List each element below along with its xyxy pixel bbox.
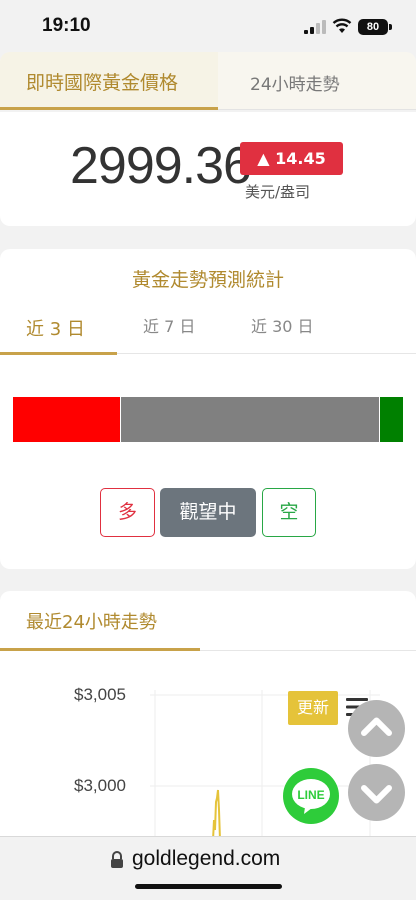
home-indicator	[135, 884, 282, 889]
price-series-line	[212, 789, 221, 840]
y-tick-label: $3,000	[74, 776, 126, 795]
wifi-icon	[332, 18, 352, 33]
scroll-down-button[interactable]	[348, 764, 405, 821]
period-active-underline	[0, 352, 117, 355]
distribution-long-segment	[13, 397, 121, 442]
url-text: goldlegend.com	[132, 847, 281, 870]
status-bar: 19:10 80	[0, 0, 416, 52]
forecast-panel: 黃金走勢預測統計 近 3 日 近 7 日 近 30 日 多 觀望中 空	[0, 249, 416, 569]
line-share-icon[interactable]: LINE	[283, 768, 339, 824]
status-time: 19:10	[42, 15, 91, 36]
watch-button[interactable]: 觀望中	[160, 488, 256, 537]
line-logo-icon: LINE	[292, 779, 330, 814]
battery-tip	[389, 24, 392, 30]
distribution-short-segment	[380, 397, 403, 442]
short-button[interactable]: 空	[262, 488, 316, 537]
price-panel: 2999.36	[0, 112, 416, 226]
gold-price-value: 2999.36	[70, 137, 252, 195]
chart-title: 最近24小時走勢	[26, 612, 157, 633]
y-tick-label: $3,005	[74, 685, 126, 704]
chart-title-underline	[0, 648, 200, 651]
battery-icon: 80	[358, 19, 388, 35]
update-button[interactable]: 更新	[288, 691, 338, 725]
distribution-watch-segment	[120, 397, 381, 442]
tab-realtime-price-label: 即時國際黃金價格	[26, 72, 179, 94]
tab-active-underline	[0, 107, 218, 110]
tab-period-7d[interactable]: 近 7 日	[143, 313, 195, 337]
price-tabs: 即時國際黃金價格 24小時走勢	[0, 52, 416, 110]
long-button[interactable]: 多	[100, 488, 155, 537]
price-unit: 美元/盎司	[245, 183, 311, 201]
tab-24h-trend[interactable]: 24小時走勢	[250, 70, 340, 95]
tab-realtime-price[interactable]: 即時國際黃金價格	[0, 52, 218, 110]
cellular-signal-icon	[304, 20, 326, 34]
forecast-title: 黃金走勢預測統計	[131, 269, 284, 291]
forecast-distribution-bar	[13, 397, 403, 442]
price-change-badge: ▲ 14.45	[240, 142, 343, 175]
line-logo-text: LINE	[297, 788, 324, 802]
scroll-up-button[interactable]	[348, 700, 405, 757]
tab-period-30d[interactable]: 近 30 日	[251, 313, 314, 337]
chevron-up-icon	[361, 717, 392, 736]
browser-address-bar[interactable]: goldlegend.com	[0, 836, 416, 900]
chevron-down-icon	[361, 785, 392, 804]
lock-icon	[111, 851, 123, 868]
tab-period-3d[interactable]: 近 3 日	[26, 315, 85, 341]
